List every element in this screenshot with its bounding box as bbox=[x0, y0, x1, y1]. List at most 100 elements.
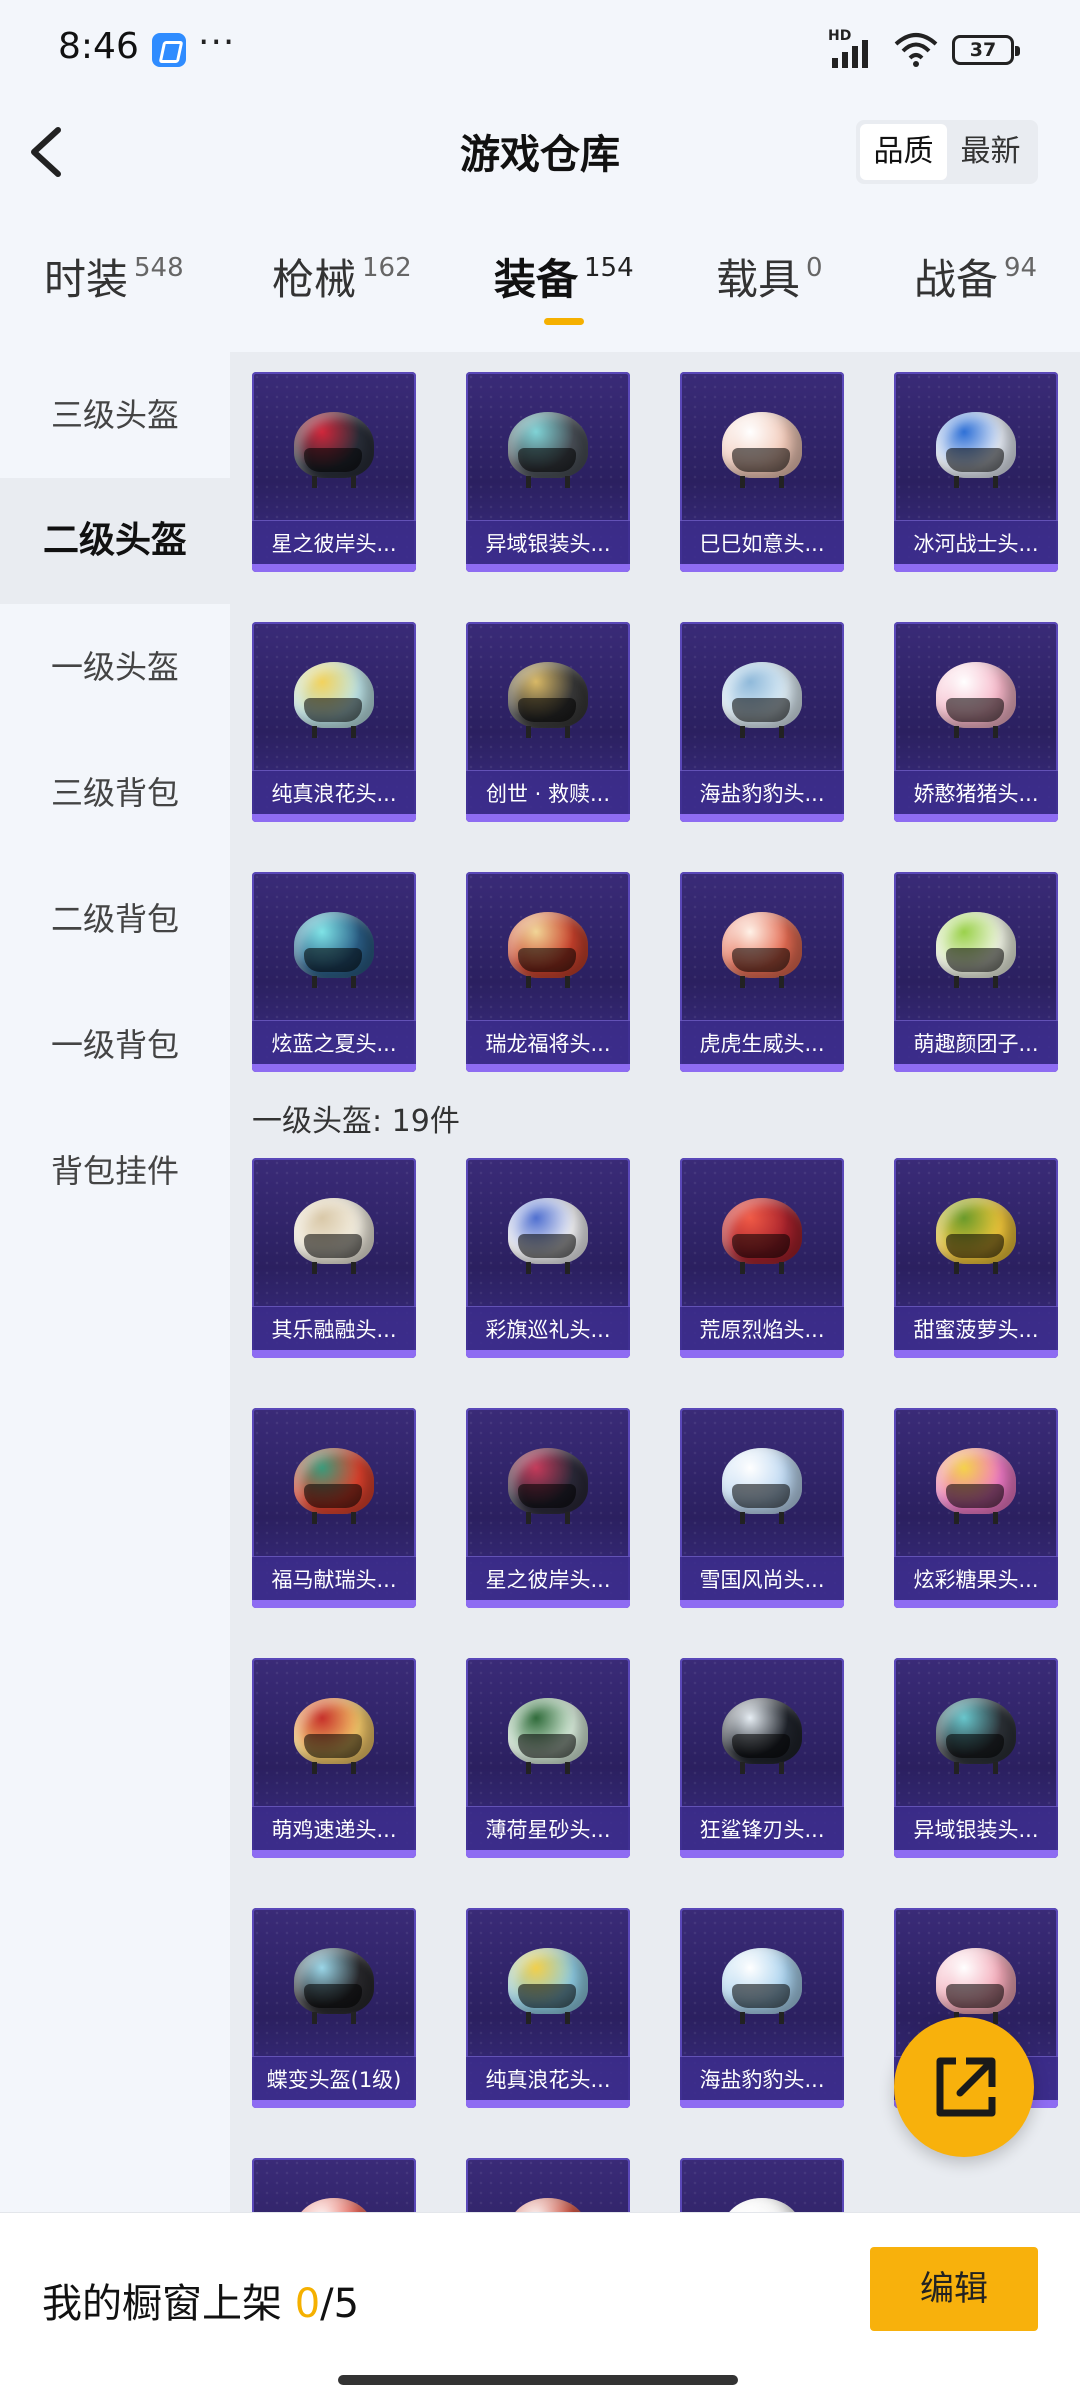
item-card[interactable]: 异域银装头... bbox=[894, 1658, 1058, 1858]
edit-button[interactable]: 编辑 bbox=[870, 2247, 1038, 2331]
item-card[interactable] bbox=[466, 2158, 630, 2212]
item-card[interactable]: 纯真浪花头... bbox=[466, 1908, 630, 2108]
item-card[interactable]: 瑞龙福将头... bbox=[466, 872, 630, 1072]
item-card[interactable]: 荒原烈焰头... bbox=[680, 1158, 844, 1358]
tab-label: 载具 bbox=[716, 255, 801, 304]
item-card[interactable]: 娇憨猪猪头... bbox=[894, 622, 1058, 822]
sidebar-item-level2-helmet[interactable]: 二级头盔 bbox=[0, 478, 230, 604]
helmet-icon bbox=[718, 1442, 806, 1524]
helmet-icon bbox=[718, 1942, 806, 2024]
item-name: 虎虎生威头... bbox=[699, 1032, 825, 1056]
helmet-icon bbox=[504, 1192, 592, 1274]
item-card[interactable]: 创世 · 救赎... bbox=[466, 622, 630, 822]
item-name: 纯真浪花头... bbox=[271, 782, 397, 806]
item-card[interactable] bbox=[252, 2158, 416, 2212]
helmet-icon bbox=[932, 1442, 1020, 1524]
battery-icon: 37 bbox=[952, 35, 1020, 65]
item-name: 异域银装头... bbox=[913, 1818, 1039, 1842]
item-card[interactable]: 海盐豹豹头... bbox=[680, 622, 844, 822]
item-card[interactable]: 狂鲨锋刃头... bbox=[680, 1658, 844, 1858]
item-card[interactable]: 纯真浪花头... bbox=[252, 622, 416, 822]
item-card[interactable]: 异域银装头... bbox=[466, 372, 630, 572]
tab-count: 0 bbox=[806, 253, 823, 283]
item-card[interactable]: 雪国风尚头... bbox=[680, 1408, 844, 1608]
item-name: 巳巳如意头... bbox=[699, 532, 825, 556]
tab-vehicles[interactable]: 载具 0 bbox=[716, 246, 823, 342]
item-name: 冰河战士头... bbox=[913, 532, 1039, 556]
share-button[interactable] bbox=[894, 2017, 1034, 2157]
helmet-icon bbox=[504, 2192, 592, 2212]
helmet-icon bbox=[504, 906, 592, 988]
item-name: 雪国风尚头... bbox=[699, 1568, 825, 1592]
tab-count: 162 bbox=[362, 253, 412, 283]
helmet-icon bbox=[290, 1942, 378, 2024]
tab-fashion[interactable]: 时装 548 bbox=[44, 246, 184, 342]
item-card[interactable]: 冰河战士头... bbox=[894, 372, 1058, 572]
item-card[interactable]: 甜蜜菠萝头... bbox=[894, 1158, 1058, 1358]
item-name: 瑞龙福将头... bbox=[485, 1032, 611, 1056]
item-card[interactable]: 虎虎生威头... bbox=[680, 872, 844, 1072]
item-name: 萌趣颜团子... bbox=[913, 1032, 1039, 1056]
item-card[interactable]: 海盐豹豹头... bbox=[680, 1908, 844, 2108]
item-card[interactable]: 巳巳如意头... bbox=[680, 372, 844, 572]
showcase-current-count: 0 bbox=[294, 2281, 321, 2327]
item-card[interactable]: 其乐融融头... bbox=[252, 1158, 416, 1358]
helmet-icon bbox=[504, 406, 592, 488]
sidebar-item-level1-helmet[interactable]: 一级头盔 bbox=[0, 604, 230, 730]
tab-label: 装备 bbox=[494, 255, 579, 304]
sidebar-item-level2-backpack[interactable]: 二级背包 bbox=[0, 856, 230, 982]
item-card[interactable]: 蝶变头盔(1级) bbox=[252, 1908, 416, 2108]
item-name: 福马献瑞头... bbox=[271, 1568, 397, 1592]
sidebar-item-level1-backpack[interactable]: 一级背包 bbox=[0, 982, 230, 1108]
helmet-icon bbox=[290, 1692, 378, 1774]
sort-quality-button[interactable]: 品质 bbox=[860, 124, 947, 180]
item-card[interactable]: 星之彼岸头... bbox=[466, 1408, 630, 1608]
helmet-icon bbox=[290, 1192, 378, 1274]
share-icon bbox=[936, 2057, 996, 2117]
item-card[interactable]: 彩旗巡礼头... bbox=[466, 1158, 630, 1358]
item-card[interactable]: 星之彼岸头... bbox=[252, 372, 416, 572]
item-card[interactable]: 萌鸡速递头... bbox=[252, 1658, 416, 1858]
helmet-icon bbox=[932, 906, 1020, 988]
app-notification-icon bbox=[152, 33, 186, 67]
home-indicator[interactable] bbox=[338, 2375, 738, 2385]
item-name: 炫蓝之夏头... bbox=[271, 1032, 397, 1056]
sort-newest-button[interactable]: 最新 bbox=[947, 124, 1034, 180]
tab-combat-gear[interactable]: 战备 94 bbox=[914, 246, 1037, 342]
item-card[interactable]: 炫蓝之夏头... bbox=[252, 872, 416, 1072]
item-name: 娇憨猪猪头... bbox=[913, 782, 1039, 806]
item-name: 其乐融融头... bbox=[271, 1318, 397, 1342]
item-card[interactable]: 薄荷星砂头... bbox=[466, 1658, 630, 1858]
tab-weapons[interactable]: 枪械 162 bbox=[272, 246, 412, 342]
status-bar: 8:46 ··· HD 37 bbox=[0, 0, 1080, 96]
helmet-icon bbox=[718, 656, 806, 738]
sidebar-item-level3-helmet[interactable]: 三级头盔 bbox=[0, 352, 230, 478]
item-name: 薄荷星砂头... bbox=[485, 1818, 611, 1842]
section-label: 一级头盔: 19件 bbox=[252, 1104, 460, 1139]
item-card[interactable] bbox=[680, 2158, 844, 2212]
item-name: 异域银装头... bbox=[485, 532, 611, 556]
item-card[interactable]: 萌趣颜团子... bbox=[894, 872, 1058, 1072]
item-name: 蝶变头盔(1级) bbox=[266, 2068, 402, 2092]
helmet-icon bbox=[932, 1942, 1020, 2024]
helmet-icon bbox=[504, 1442, 592, 1524]
sidebar-item-backpack-pendant[interactable]: 背包挂件 bbox=[0, 1108, 230, 1234]
bottom-panel: 我的橱窗上架 0/5 编辑 bbox=[0, 2212, 1080, 2400]
tab-count: 548 bbox=[134, 253, 184, 283]
more-notifications-icon: ··· bbox=[198, 22, 236, 63]
tab-label: 战备 bbox=[914, 255, 999, 304]
item-card[interactable]: 炫彩糖果头... bbox=[894, 1408, 1058, 1608]
item-name: 炫彩糖果头... bbox=[913, 1568, 1039, 1592]
helmet-icon bbox=[290, 656, 378, 738]
helmet-icon bbox=[290, 406, 378, 488]
item-card[interactable]: 福马献瑞头... bbox=[252, 1408, 416, 1608]
helmet-icon bbox=[932, 406, 1020, 488]
signal-icon: HD bbox=[828, 28, 880, 68]
sort-toggle: 品质 最新 bbox=[856, 120, 1038, 184]
item-name: 狂鲨锋刃头... bbox=[699, 1818, 825, 1842]
item-name: 荒原烈焰头... bbox=[699, 1318, 825, 1342]
sidebar-item-level3-backpack[interactable]: 三级背包 bbox=[0, 730, 230, 856]
tab-equipment[interactable]: 装备 154 bbox=[494, 246, 634, 342]
tab-label: 时装 bbox=[44, 255, 129, 304]
helmet-icon bbox=[932, 1692, 1020, 1774]
